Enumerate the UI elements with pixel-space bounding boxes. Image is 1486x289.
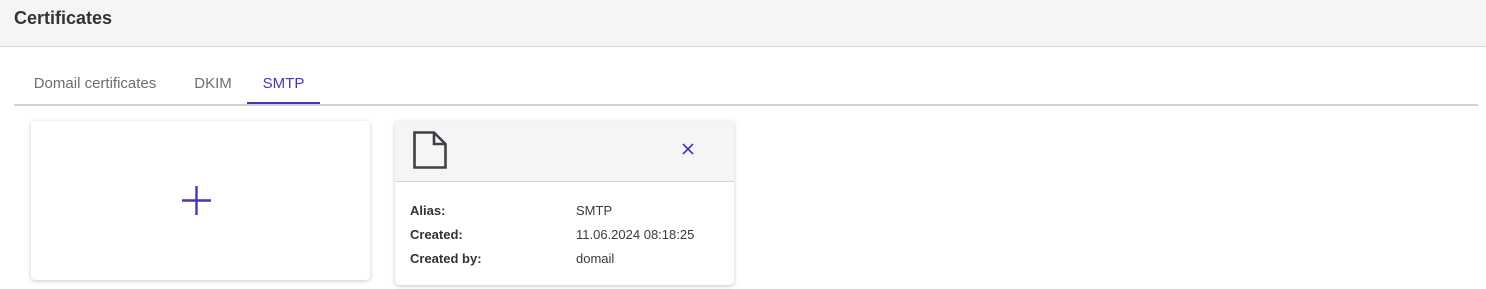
created-value: 11.06.2024 08:18:25 <box>576 227 695 242</box>
close-icon[interactable] <box>679 140 697 158</box>
certificate-card: Alias: SMTP Created: 11.06.2024 08:18:25… <box>395 121 734 285</box>
alias-value: SMTP <box>576 203 613 218</box>
page-header: Certificates <box>0 0 1486 47</box>
tab-dkim[interactable]: DKIM <box>180 66 246 102</box>
tab-domail-certificates[interactable]: Domail certificates <box>14 66 176 102</box>
created-label: Created: <box>410 227 463 242</box>
certificate-card-header <box>395 121 734 182</box>
tab-bar: Domail certificates DKIM SMTP <box>14 66 1478 106</box>
created-by-label: Created by: <box>410 251 482 266</box>
created-by-value: domail <box>576 251 615 266</box>
plus-icon <box>182 186 211 215</box>
tab-smtp[interactable]: SMTP <box>247 66 320 104</box>
add-certificate-card[interactable] <box>31 121 370 280</box>
file-icon <box>413 131 447 169</box>
page-title: Certificates <box>14 8 113 28</box>
alias-label: Alias: <box>410 203 446 218</box>
